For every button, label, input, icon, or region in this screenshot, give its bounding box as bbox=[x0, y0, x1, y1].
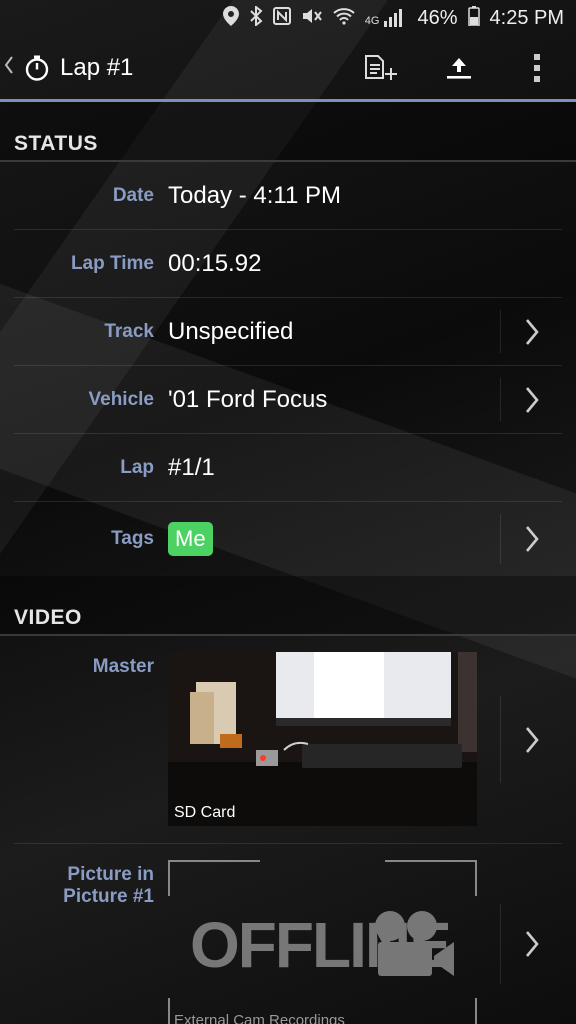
date-row: Date Today - 4:11 PM bbox=[14, 162, 562, 230]
frame-corner bbox=[385, 998, 477, 1024]
master-video-chevron-button[interactable] bbox=[500, 696, 562, 783]
vehicle-row[interactable]: Vehicle '01 Ford Focus bbox=[14, 366, 562, 434]
chevron-right-icon bbox=[525, 931, 539, 957]
video-frame-image bbox=[168, 652, 477, 826]
vehicle-label: Vehicle bbox=[88, 388, 155, 410]
chevron-right-icon bbox=[525, 386, 539, 413]
tags-label: Tags bbox=[111, 528, 154, 549]
action-bar: Lap #1 bbox=[0, 36, 576, 100]
overflow-menu-icon bbox=[534, 54, 540, 82]
chevron-right-icon bbox=[525, 526, 539, 552]
up-navigation[interactable]: Lap #1 bbox=[0, 36, 133, 100]
mute-icon bbox=[301, 7, 323, 30]
tag-chip[interactable]: Me bbox=[168, 522, 213, 556]
tags-chevron-button[interactable] bbox=[500, 514, 562, 564]
pip-caption: External Cam Recordings bbox=[174, 1012, 345, 1024]
lap-time-row: Lap Time 00:15.92 bbox=[14, 230, 562, 298]
wifi-icon bbox=[333, 7, 355, 30]
pip-video-row[interactable]: Picture in Picture #1 OFFLINE External C… bbox=[14, 844, 562, 1024]
chevron-right-icon bbox=[525, 726, 539, 753]
date-label: Date bbox=[112, 184, 154, 206]
status-section-header: STATUS bbox=[0, 102, 576, 162]
video-camera-icon bbox=[375, 911, 454, 976]
date-value: Today - 4:11 PM bbox=[168, 181, 341, 209]
signal-icon: 4G bbox=[365, 9, 404, 27]
track-row[interactable]: Track Unspecified bbox=[14, 298, 562, 366]
stopwatch-icon bbox=[25, 55, 49, 81]
add-note-button[interactable] bbox=[342, 36, 420, 100]
network-type: 4G bbox=[364, 15, 380, 27]
action-bar-divider bbox=[0, 99, 576, 102]
location-icon bbox=[222, 5, 239, 31]
page-title: Lap #1 bbox=[60, 54, 134, 81]
vehicle-chevron-button[interactable] bbox=[500, 378, 562, 421]
overflow-menu-button[interactable] bbox=[498, 36, 576, 100]
chevron-right-icon bbox=[525, 318, 539, 345]
pip-label: Picture in Picture #1 bbox=[63, 864, 154, 907]
system-status-bar: 4G 46% 4:25 PM bbox=[0, 0, 576, 36]
battery-icon bbox=[467, 5, 480, 31]
add-note-icon bbox=[365, 55, 397, 80]
vehicle-value: '01 Ford Focus bbox=[168, 385, 328, 413]
master-label: Master bbox=[92, 656, 154, 677]
track-label: Track bbox=[104, 320, 154, 342]
pip-video-chevron-button[interactable] bbox=[500, 904, 562, 984]
lap-details: STATUS Date Today - 4:11 PM Lap Time 00:… bbox=[0, 102, 576, 1024]
clock: 4:25 PM bbox=[489, 6, 564, 29]
battery-percent: 46% bbox=[417, 6, 458, 29]
lap-time-label: Lap Time bbox=[70, 252, 154, 274]
track-value: Unspecified bbox=[168, 317, 294, 345]
lap-label: Lap bbox=[120, 456, 154, 478]
back-chevron-icon bbox=[4, 54, 18, 82]
bluetooth-icon bbox=[249, 4, 263, 31]
video-section-header: VIDEO bbox=[0, 576, 576, 636]
action-bar-actions bbox=[342, 36, 576, 100]
lap-time-value: 00:15.92 bbox=[168, 249, 262, 277]
track-chevron-button[interactable] bbox=[500, 310, 562, 353]
lap-row: Lap #1/1 bbox=[14, 434, 562, 502]
tags-row[interactable]: Tags Me bbox=[14, 502, 562, 576]
master-video-caption: SD Card bbox=[174, 804, 236, 821]
frame-corner bbox=[168, 860, 260, 896]
master-video-thumbnail[interactable]: SD Card bbox=[168, 652, 477, 826]
upload-button[interactable] bbox=[420, 36, 498, 100]
frame-corner bbox=[385, 860, 477, 896]
nfc-icon bbox=[272, 6, 291, 30]
lap-value: #1/1 bbox=[168, 453, 215, 481]
pip-offline-placeholder[interactable]: OFFLINE External Cam Recordings bbox=[168, 860, 477, 1024]
master-video-row[interactable]: Master SD Card bbox=[14, 636, 562, 844]
upload-icon bbox=[447, 58, 471, 79]
